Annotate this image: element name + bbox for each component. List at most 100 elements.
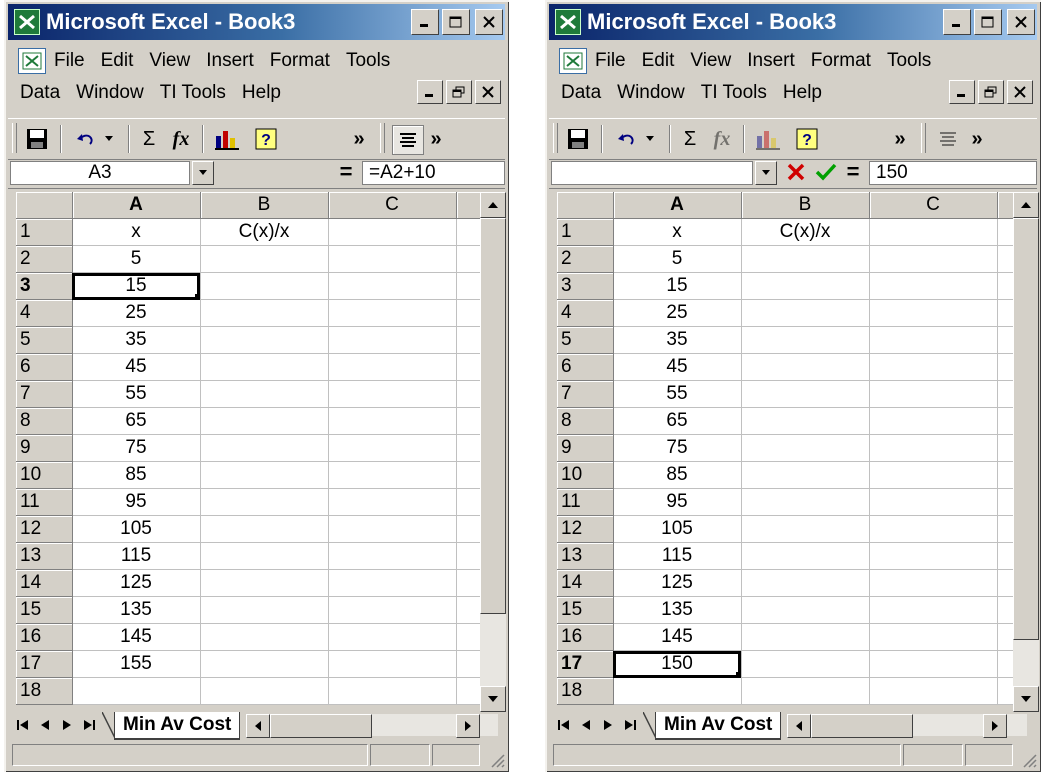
cell-c[interactable] <box>869 353 998 381</box>
workbook-menu-icon[interactable] <box>18 48 46 74</box>
cell-b[interactable] <box>741 353 870 381</box>
cell-c[interactable] <box>869 650 998 678</box>
cell-d[interactable] <box>456 596 482 624</box>
workbook-minimize-button[interactable] <box>949 80 975 104</box>
row-header[interactable]: 17 <box>16 650 73 678</box>
row-header[interactable]: 4 <box>557 299 614 327</box>
cell-c[interactable] <box>869 488 998 516</box>
cell-a[interactable]: x <box>72 218 201 246</box>
cell-a[interactable]: 95 <box>613 488 742 516</box>
cell-a[interactable]: 25 <box>613 299 742 327</box>
help-button[interactable]: ? <box>252 125 280 153</box>
menu-insert[interactable]: Insert <box>206 50 254 72</box>
next-sheet-button[interactable] <box>56 714 78 736</box>
cell-a[interactable]: 55 <box>72 380 201 408</box>
menu-help[interactable]: Help <box>242 82 281 104</box>
cell-d[interactable] <box>456 515 482 543</box>
menu-tools[interactable]: Tools <box>346 50 390 72</box>
cell-a[interactable]: 155 <box>72 650 201 678</box>
cell-c[interactable] <box>869 569 998 597</box>
cell-a[interactable]: 5 <box>72 245 201 273</box>
cell-a[interactable]: x <box>613 218 742 246</box>
cell-a[interactable]: 35 <box>72 326 201 354</box>
cell-b[interactable] <box>741 677 870 705</box>
toolbar-more-button-2[interactable]: » <box>967 125 987 153</box>
row-header[interactable]: 4 <box>16 299 73 327</box>
toolbar-more-button-2[interactable]: » <box>426 125 446 153</box>
cell-c[interactable] <box>869 380 998 408</box>
cell-a[interactable]: 105 <box>613 515 742 543</box>
equals-sign[interactable]: = <box>841 159 865 185</box>
row-header[interactable]: 10 <box>16 461 73 489</box>
cell-a[interactable]: 105 <box>72 515 201 543</box>
prev-sheet-button[interactable] <box>34 714 56 736</box>
column-header-a[interactable]: A <box>72 192 201 219</box>
cell-a[interactable]: 15 <box>72 272 201 300</box>
cell-c[interactable] <box>869 542 998 570</box>
cell-b[interactable] <box>741 380 870 408</box>
row-header[interactable]: 2 <box>16 245 73 273</box>
cell-b[interactable] <box>200 488 329 516</box>
cell-a[interactable] <box>613 677 742 705</box>
horizontal-scroll-thumb[interactable] <box>270 714 372 738</box>
cell-d[interactable] <box>456 380 482 408</box>
cell-c[interactable] <box>328 623 457 651</box>
row-header[interactable]: 18 <box>557 677 614 705</box>
cell-b[interactable]: C(x)/x <box>200 218 329 246</box>
workbook-restore-button[interactable] <box>978 80 1004 104</box>
row-header[interactable]: 14 <box>557 569 614 597</box>
cell-c[interactable] <box>328 569 457 597</box>
cell-a[interactable]: 145 <box>613 623 742 651</box>
cell-c[interactable] <box>328 218 457 246</box>
menu-format[interactable]: Format <box>270 50 330 72</box>
row-header[interactable]: 12 <box>557 515 614 543</box>
column-header-d[interactable] <box>456 192 482 219</box>
cell-b[interactable] <box>200 515 329 543</box>
cell-a[interactable]: 55 <box>613 380 742 408</box>
cell-a[interactable]: 135 <box>72 596 201 624</box>
undo-button[interactable] <box>609 125 661 153</box>
cell-b[interactable] <box>200 596 329 624</box>
prev-sheet-button[interactable] <box>575 714 597 736</box>
close-button[interactable] <box>1007 9 1035 35</box>
column-header-c[interactable]: C <box>328 192 457 219</box>
undo-button[interactable] <box>68 125 120 153</box>
scroll-up-button[interactable] <box>480 192 506 218</box>
save-button[interactable] <box>563 125 593 153</box>
cell-b[interactable] <box>741 461 870 489</box>
workbook-restore-button[interactable] <box>446 80 472 104</box>
menu-tools[interactable]: Tools <box>887 50 931 72</box>
name-box[interactable]: A3 <box>10 161 190 185</box>
cell-d[interactable] <box>456 299 482 327</box>
cell-a[interactable] <box>72 677 201 705</box>
vertical-scrollbar[interactable] <box>480 192 506 712</box>
title-bar[interactable]: Microsoft Excel - Book3 <box>549 4 1037 40</box>
row-header[interactable]: 16 <box>16 623 73 651</box>
cell-d[interactable] <box>456 326 482 354</box>
row-header[interactable]: 17 <box>557 650 614 678</box>
cell-d[interactable] <box>456 650 482 678</box>
row-header[interactable]: 5 <box>557 326 614 354</box>
horizontal-scroll-thumb[interactable] <box>811 714 913 738</box>
cell-b[interactable] <box>741 542 870 570</box>
cell-a[interactable]: 45 <box>613 353 742 381</box>
minimize-button[interactable] <box>411 9 439 35</box>
column-header-b[interactable]: B <box>741 192 870 219</box>
scroll-left-button[interactable] <box>787 714 811 738</box>
cell-c[interactable] <box>328 245 457 273</box>
row-header[interactable]: 10 <box>557 461 614 489</box>
menu-view[interactable]: View <box>149 50 190 72</box>
cell-a[interactable]: 45 <box>72 353 201 381</box>
cell-a[interactable]: 135 <box>613 596 742 624</box>
row-header[interactable]: 12 <box>16 515 73 543</box>
maximize-button[interactable] <box>974 9 1002 35</box>
cell-d[interactable] <box>456 488 482 516</box>
row-header[interactable]: 13 <box>557 542 614 570</box>
cell-d[interactable] <box>456 218 482 246</box>
next-sheet-button[interactable] <box>597 714 619 736</box>
cell-a[interactable]: 65 <box>72 407 201 435</box>
paste-function-button[interactable]: fx <box>709 125 735 153</box>
formula-input[interactable]: 150 <box>869 161 1037 185</box>
menu-data[interactable]: Data <box>561 82 601 104</box>
row-header[interactable]: 7 <box>557 380 614 408</box>
